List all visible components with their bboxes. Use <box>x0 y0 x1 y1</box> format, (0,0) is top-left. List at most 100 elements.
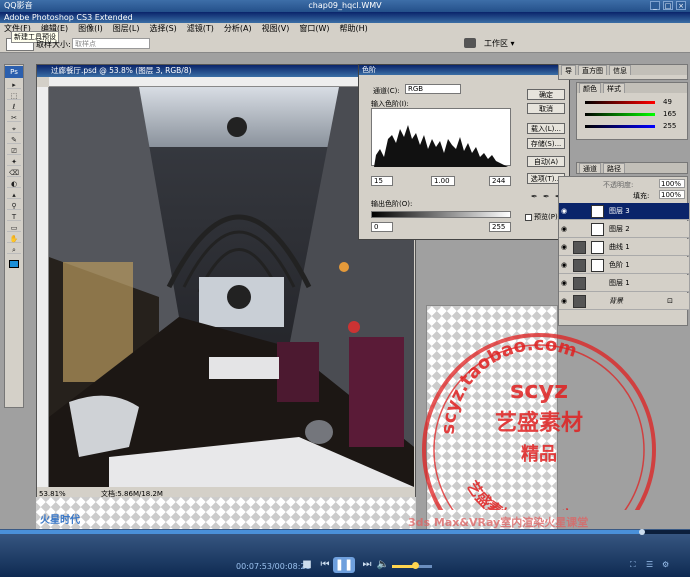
tab-paths[interactable]: 路径 <box>603 163 625 173</box>
type-tool-icon[interactable]: T <box>7 213 21 221</box>
gray-eyedropper-icon[interactable]: ✒ <box>543 192 551 202</box>
layer-row[interactable]: ◉ 图层 2 <box>559 221 689 238</box>
fill-field[interactable]: 100% <box>659 190 685 199</box>
blue-value[interactable]: 255 <box>663 122 676 130</box>
pen-tool-icon[interactable]: ⚲ <box>7 202 21 210</box>
hand-tool-icon[interactable]: ✋ <box>7 235 21 243</box>
red-slider[interactable] <box>585 101 655 104</box>
menu-filter[interactable]: 滤镜(T) <box>187 23 214 35</box>
healing-tool-icon[interactable]: ⌖ <box>7 125 21 133</box>
shape-tool-icon[interactable]: ▭ <box>7 224 21 232</box>
preview-checkbox[interactable]: 预览(P) <box>525 212 558 222</box>
layer-row[interactable]: ◉ 图层 1 <box>559 275 689 292</box>
input-black-field[interactable]: 15 <box>371 176 393 186</box>
channel-select[interactable]: RGB <box>405 84 461 94</box>
red-value[interactable]: 49 <box>663 98 672 106</box>
vertical-ruler <box>37 87 49 487</box>
maximize-button[interactable]: □ <box>663 1 673 10</box>
stamp-tool-icon[interactable]: ⎚ <box>7 147 21 155</box>
next-icon[interactable]: ⏭ <box>360 559 374 571</box>
tab-info[interactable]: 信息 <box>609 65 631 75</box>
auto-button[interactable]: 自动(A) <box>527 156 565 167</box>
tab-channels[interactable]: 通道 <box>579 163 601 173</box>
layers-panel: 不透明度: 100% 填充: 100% ◉ 图层 3 ◉ 图层 2 ◉ 曲线 1… <box>558 176 689 326</box>
stop-icon[interactable]: ■ <box>300 559 314 571</box>
menu-image[interactable]: 图像(I) <box>78 23 103 35</box>
layer-row[interactable]: ◉ 曲线 1 <box>559 239 689 256</box>
eye-icon[interactable]: ◉ <box>561 207 570 215</box>
output-black-field[interactable]: 0 <box>371 222 393 232</box>
layer-name: 图层 1 <box>609 279 630 287</box>
fullscreen-icon[interactable]: ⛶ <box>630 560 640 570</box>
blue-slider[interactable] <box>585 125 655 128</box>
history-brush-icon[interactable]: ✦ <box>7 158 21 166</box>
eye-icon[interactable]: ◉ <box>561 279 570 287</box>
foreground-color-swatch[interactable] <box>9 260 19 268</box>
input-gamma-field[interactable]: 1.00 <box>431 176 455 186</box>
eye-icon[interactable]: ◉ <box>561 261 570 269</box>
tab-styles[interactable]: 样式 <box>603 83 625 93</box>
output-white-field[interactable]: 255 <box>489 222 511 232</box>
crop-tool-icon[interactable]: ✂ <box>7 114 21 122</box>
input-white-field[interactable]: 244 <box>489 176 511 186</box>
tab-color[interactable]: 颜色 <box>579 83 601 93</box>
levels-adjustment-icon <box>573 259 586 272</box>
output-levels-label: 输出色阶(O): <box>371 200 413 208</box>
navigator-panel: 导 直方图 信息 <box>558 64 688 80</box>
levels-title: 色阶 <box>359 65 569 75</box>
menu-help[interactable]: 帮助(H) <box>340 23 368 35</box>
layer-row[interactable]: ◉ 背景 ⊡ <box>559 293 689 310</box>
close-button[interactable]: × <box>676 1 686 10</box>
channel-label: 通道(C): <box>373 87 400 95</box>
marquee-tool-icon[interactable]: ⬚ <box>7 92 21 100</box>
menu-select[interactable]: 选择(S) <box>149 23 176 35</box>
menu-analysis[interactable]: 分析(A) <box>224 23 252 35</box>
green-value[interactable]: 165 <box>663 110 676 118</box>
volume-icon[interactable]: 🔈 <box>376 559 390 571</box>
prev-icon[interactable]: ⏮ <box>318 559 332 571</box>
black-eyedropper-icon[interactable]: ✒ <box>531 192 539 202</box>
ps-title-bar: Adobe Photoshop CS3 Extended <box>0 12 690 23</box>
progress-bar[interactable] <box>0 530 690 534</box>
sample-size-select[interactable]: 取样点 <box>72 38 150 49</box>
layer-row[interactable]: ◉ 色阶 1 <box>559 257 689 274</box>
layer-row[interactable]: ◉ 图层 3 <box>559 203 689 220</box>
eye-icon[interactable]: ◉ <box>561 297 570 305</box>
green-slider[interactable] <box>585 113 655 116</box>
fill-label: 填充: <box>633 192 650 200</box>
curves-adjustment-icon <box>573 241 586 254</box>
opacity-field[interactable]: 100% <box>659 179 685 188</box>
save-button[interactable]: 存储(S)... <box>527 138 565 149</box>
cancel-button[interactable]: 取消 <box>527 103 565 114</box>
menu-layer[interactable]: 图层(L) <box>113 23 140 35</box>
settings-icon[interactable]: ⚙ <box>662 560 672 570</box>
volume-knob[interactable] <box>412 562 419 569</box>
tab-navigator[interactable]: 导 <box>561 65 576 75</box>
playlist-icon[interactable]: ☰ <box>646 560 656 570</box>
dodge-tool-icon[interactable]: ▴ <box>7 191 21 199</box>
volume-fill <box>392 565 414 568</box>
options-bar: 新建工具预设 取样大小: 取样点 工作区 ▾ <box>0 31 690 53</box>
minimize-button[interactable]: _ <box>650 1 660 10</box>
menu-window[interactable]: 窗口(W) <box>299 23 329 35</box>
pause-button[interactable]: ❚❚ <box>333 557 355 573</box>
tab-histogram[interactable]: 直方图 <box>578 65 607 75</box>
gradient-tool-icon[interactable]: ◐ <box>7 180 21 188</box>
lasso-tool-icon[interactable]: ℓ <box>7 103 21 111</box>
move-tool-icon[interactable]: ▸ <box>7 81 21 89</box>
eye-icon[interactable]: ◉ <box>561 243 570 251</box>
zoom-tool-icon[interactable]: ⌕ <box>7 246 21 254</box>
eye-icon[interactable]: ◉ <box>561 225 570 233</box>
player-file-name: chap09_hqcl.WMV <box>308 1 382 10</box>
ok-button[interactable]: 确定 <box>527 89 565 100</box>
camera-icon[interactable] <box>464 38 476 48</box>
menu-view[interactable]: 视图(V) <box>262 23 290 35</box>
stamp-name: 艺盛素材 <box>495 410 583 436</box>
eraser-tool-icon[interactable]: ⌫ <box>7 169 21 177</box>
seek-handle[interactable] <box>638 529 645 535</box>
workspace-button[interactable]: 工作区 ▾ <box>484 38 515 49</box>
load-button[interactable]: 载入(L)... <box>527 123 565 134</box>
brush-tool-icon[interactable]: ✎ <box>7 136 21 144</box>
progress-fill <box>0 530 642 534</box>
stamp-badge: 精品 <box>521 443 557 465</box>
